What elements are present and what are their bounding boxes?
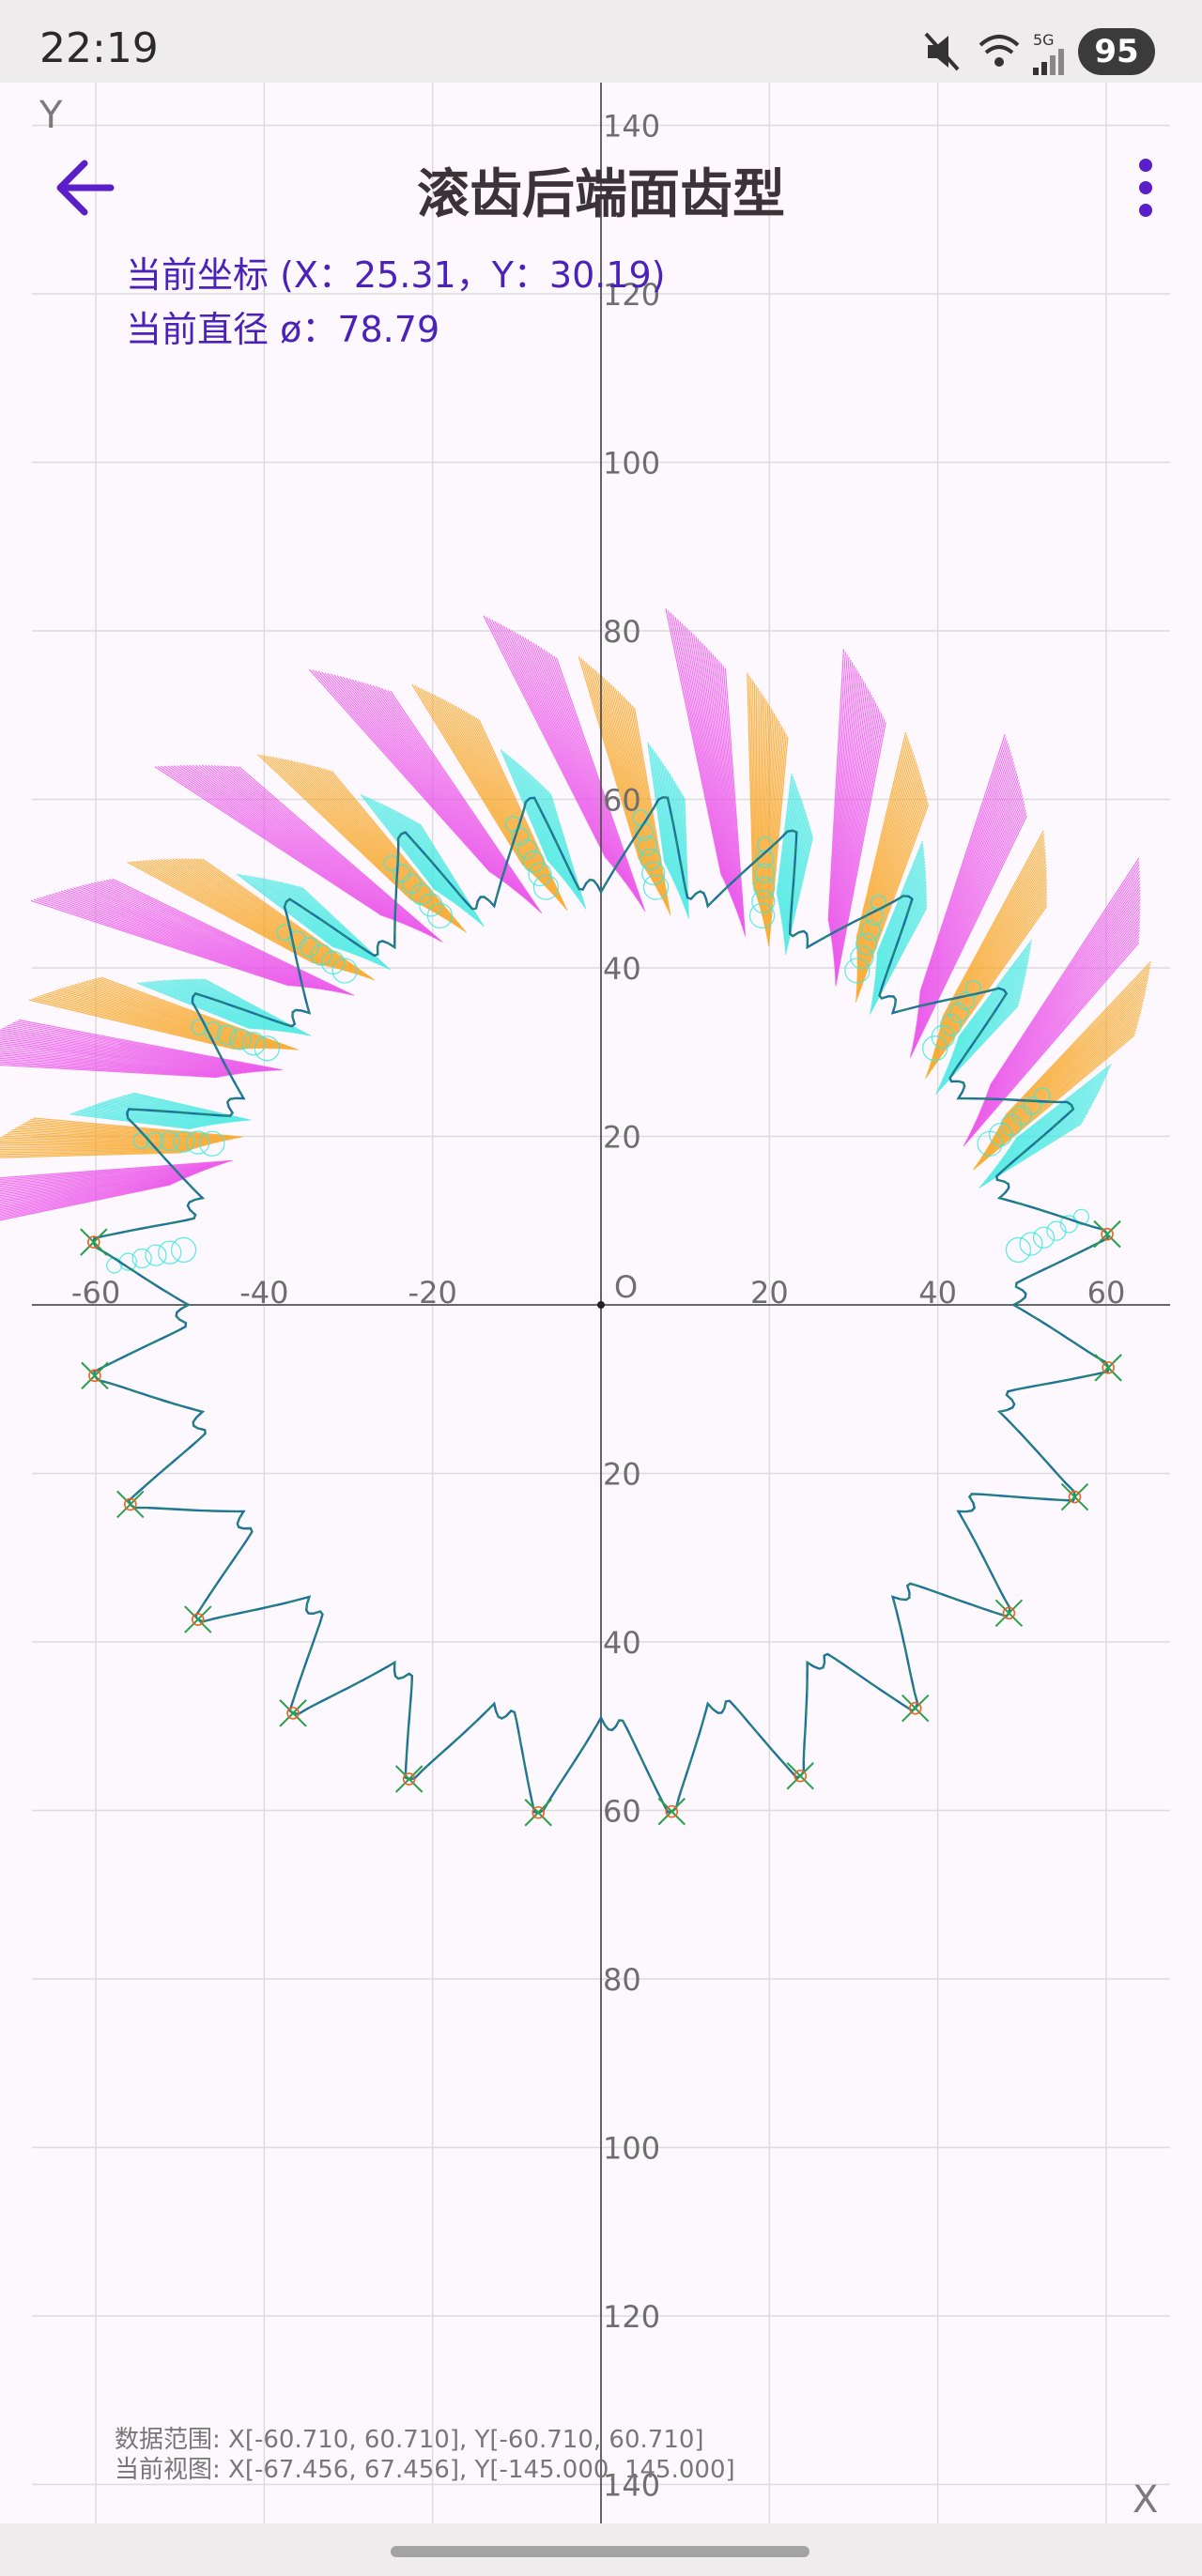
y-tick-label: 120 (603, 2299, 660, 2335)
current-view-text: 当前视图: X[-67.456, 67.456], Y[-145.000, 14… (115, 2456, 735, 2484)
status-time: 22:19 (39, 24, 159, 72)
y-tick-label: 60 (603, 1794, 641, 1830)
signal-icon (1033, 49, 1064, 75)
home-gesture-handle[interactable] (391, 2546, 809, 2557)
x-tick-label: 40 (918, 1275, 957, 1311)
battery-badge: 95 (1078, 28, 1155, 75)
network-type: 5G (1033, 31, 1055, 49)
y-tick-label: 80 (603, 1962, 641, 1998)
current-coordinates: 当前坐标 (X：25.31，Y：30.19) (126, 254, 666, 296)
status-bar: 22:19 5G 95 (0, 0, 1202, 83)
x-axis-letter: X (1133, 2478, 1159, 2522)
y-tick-label: 60 (603, 783, 641, 819)
x-tick-label: 20 (750, 1275, 789, 1311)
more-options-button[interactable] (1117, 150, 1174, 225)
y-tick-label: 40 (603, 951, 641, 987)
status-icons: 5G (924, 31, 1064, 75)
y-tick-label: 20 (603, 1120, 641, 1156)
y-tick-label: 20 (603, 1457, 641, 1493)
current-diameter: 当前直径 ø：78.79 (126, 309, 440, 350)
wifi-icon (979, 35, 1020, 67)
page-title: 滚齿后端面齿型 (417, 164, 785, 225)
y-tick-label: 100 (603, 446, 660, 482)
x-tick-label: -40 (239, 1275, 288, 1311)
y-tick-label: 80 (603, 614, 641, 650)
more-vert-icon (1139, 159, 1152, 217)
app-bar: 滚齿后端面齿型 (0, 131, 1202, 235)
origin-point (597, 1301, 605, 1309)
y-tick-label: 40 (603, 1625, 641, 1661)
y-tick-label: 100 (603, 2131, 660, 2167)
plot-canvas[interactable]: -60 -40 -20 20 40 601401201008060402020406080… (0, 83, 1202, 2523)
x-tick-label: -60 (71, 1275, 120, 1311)
x-tick-label: -20 (408, 1275, 457, 1311)
mute-icon (924, 32, 960, 71)
x-tick-label: 60 (1087, 1275, 1126, 1311)
origin-label: O (614, 1269, 638, 1305)
